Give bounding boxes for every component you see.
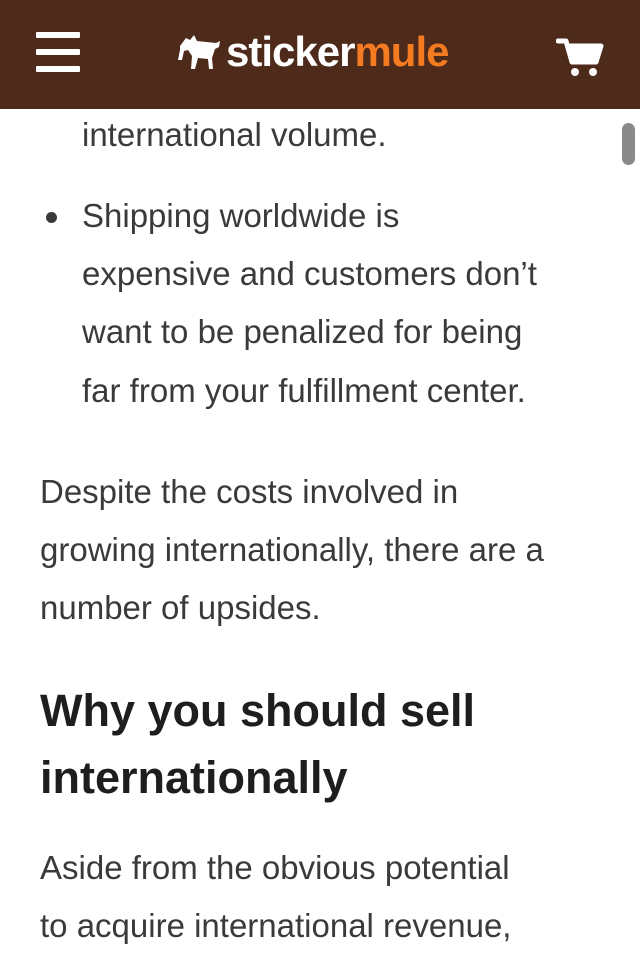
list-item-text-line: want to be penalized for being (82, 313, 523, 350)
paragraph-line: growing internationally, there are a (40, 531, 544, 568)
vertical-scrollbar[interactable] (622, 123, 635, 165)
page: stickermule international volume. Shippi… (0, 0, 640, 959)
top-navbar: stickermule (0, 0, 640, 109)
logo-mule-text: mule (354, 28, 449, 75)
list-item-text-line: far from your fulfillment center. (82, 372, 526, 409)
list-bullet (46, 212, 57, 223)
section-heading: internationally (40, 752, 348, 803)
paragraph-line: number of upsides. (40, 589, 321, 626)
paragraph-line: to acquire international revenue, (40, 907, 512, 944)
section-heading: Why you should sell (40, 685, 476, 736)
list-item-text-line: expensive and customers don’t (82, 255, 537, 292)
shopping-cart-icon[interactable] (555, 36, 604, 78)
logo-wordmark: stickermule (226, 26, 449, 78)
logo-sticker-text: sticker (226, 28, 355, 75)
paragraph-line: Despite the costs involved in (40, 473, 459, 510)
mule-logo-icon (178, 35, 220, 69)
list-item-text-line: international volume. (82, 116, 387, 153)
sticker-mule-logo[interactable]: stickermule (178, 26, 449, 78)
paragraph-line: Aside from the obvious potential (40, 849, 510, 886)
article-content: international volume. Shipping worldwide… (0, 109, 640, 959)
hamburger-menu-icon[interactable] (36, 32, 80, 74)
list-item-text-line: Shipping worldwide is (82, 197, 400, 234)
